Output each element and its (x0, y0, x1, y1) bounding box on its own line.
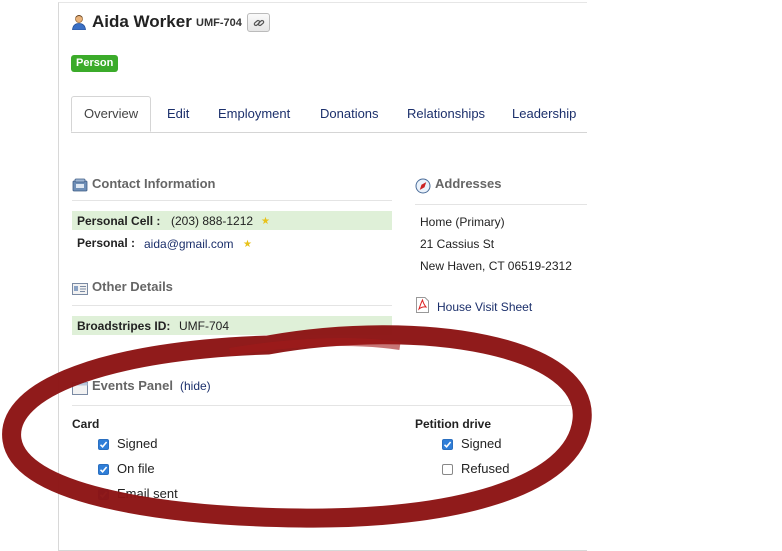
red-annotation-ellipse (2, 325, 592, 528)
